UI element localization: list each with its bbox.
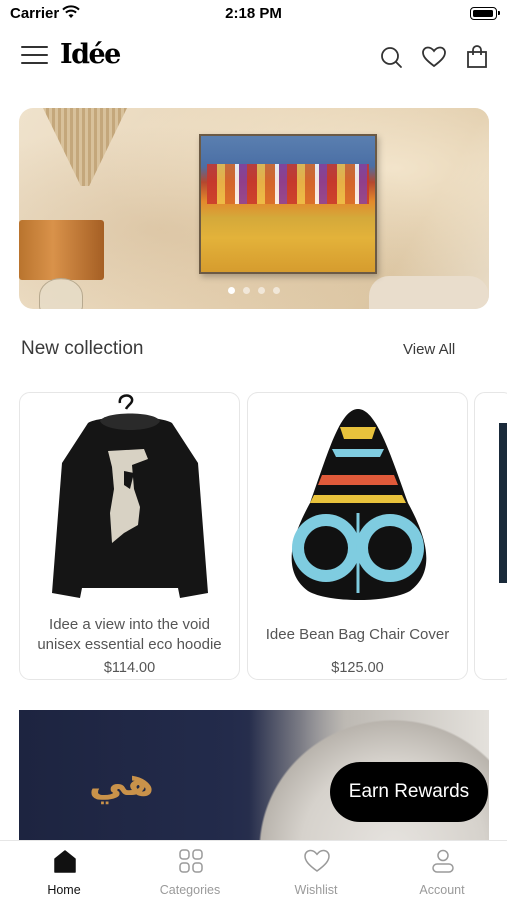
heart-icon bbox=[304, 849, 330, 872]
tab-account[interactable]: Account bbox=[379, 841, 505, 900]
carousel-pagination bbox=[19, 287, 489, 294]
hoodie-image bbox=[52, 394, 208, 598]
user-icon bbox=[432, 849, 454, 873]
tab-label: Home bbox=[47, 883, 81, 897]
tab-label: Categories bbox=[159, 883, 221, 897]
battery-icon bbox=[470, 7, 500, 20]
bottom-tab-bar: Home Categories Wishlist Account bbox=[0, 840, 507, 900]
search-icon[interactable] bbox=[378, 44, 404, 70]
grid-icon bbox=[179, 849, 203, 873]
product-card-partial[interactable] bbox=[474, 392, 507, 680]
home-icon bbox=[54, 850, 76, 873]
clock: 2:18 PM bbox=[225, 5, 282, 22]
tab-home[interactable]: Home bbox=[1, 841, 127, 900]
banner-painting bbox=[199, 134, 377, 274]
hamburger-menu-icon[interactable] bbox=[21, 46, 48, 66]
shopping-bag-icon[interactable] bbox=[464, 44, 490, 70]
app-header: Idée bbox=[0, 36, 507, 76]
tab-wishlist[interactable]: Wishlist bbox=[253, 841, 379, 900]
product-card-bean-bag[interactable]: Idee Bean Bag Chair Cover $125.00 bbox=[247, 392, 468, 680]
wishlist-heart-icon[interactable] bbox=[421, 44, 447, 70]
tab-label: Wishlist bbox=[294, 883, 338, 897]
lamp-shade bbox=[19, 220, 104, 280]
carousel-dot[interactable] bbox=[273, 287, 280, 294]
product-name[interactable]: Idee a view into the void unisex essenti… bbox=[26, 615, 233, 655]
hero-banner-carousel[interactable] bbox=[19, 108, 489, 309]
tab-categories[interactable]: Categories bbox=[127, 841, 253, 900]
carousel-dot[interactable] bbox=[243, 287, 250, 294]
view-all-link[interactable]: View All bbox=[403, 341, 455, 358]
promo-arabic-text: هي bbox=[89, 760, 154, 804]
brand-logo[interactable]: Idée bbox=[60, 39, 121, 70]
tab-label: Account bbox=[419, 883, 465, 897]
section-title: New collection bbox=[21, 338, 144, 359]
product-price: $114.00 bbox=[103, 660, 156, 676]
earn-rewards-button[interactable]: Earn Rewards bbox=[330, 762, 488, 822]
bean-bag-image bbox=[291, 409, 427, 600]
carousel-dot[interactable] bbox=[258, 287, 265, 294]
status-bar: Carrier 2:18 PM bbox=[0, 0, 507, 30]
carousel-dot[interactable] bbox=[228, 287, 235, 294]
product-name[interactable]: Idee Bean Bag Chair Cover bbox=[254, 625, 461, 645]
product-price: $125.00 bbox=[331, 660, 384, 676]
product-card-hoodie[interactable]: Idee a view into the void unisex essenti… bbox=[19, 392, 240, 680]
product-image-partial bbox=[499, 423, 507, 583]
